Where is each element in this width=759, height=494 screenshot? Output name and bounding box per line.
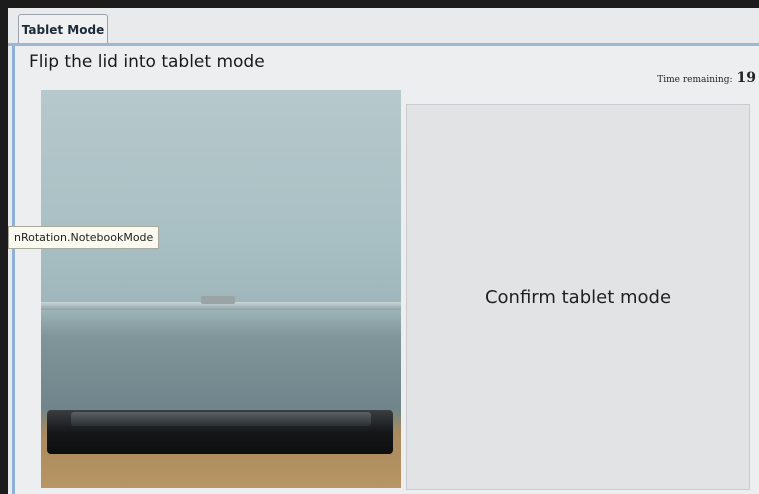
- tab-label: Tablet Mode: [21, 22, 105, 37]
- instruction-heading: Flip the lid into tablet mode: [29, 52, 265, 72]
- shelf-object: [201, 296, 235, 304]
- timer-value: 19: [736, 70, 756, 86]
- timer-label: Time remaining:: [657, 75, 733, 85]
- time-remaining: Time remaining: 19: [657, 70, 756, 86]
- camera-preview: [41, 90, 401, 488]
- confirm-tablet-mode-button[interactable]: Confirm tablet mode: [406, 104, 750, 490]
- rotation-tooltip: nRotation.NotebookMode: [8, 226, 160, 249]
- tooltip-text: nRotation.NotebookMode: [14, 231, 154, 244]
- confirm-label: Confirm tablet mode: [484, 286, 672, 308]
- screen: Tablet Mode Flip the lid into tablet mod…: [8, 8, 759, 494]
- laptop-lid: [71, 412, 371, 426]
- tab-tablet-mode[interactable]: Tablet Mode: [18, 14, 108, 44]
- content-panel: Flip the lid into tablet mode Time remai…: [12, 46, 759, 494]
